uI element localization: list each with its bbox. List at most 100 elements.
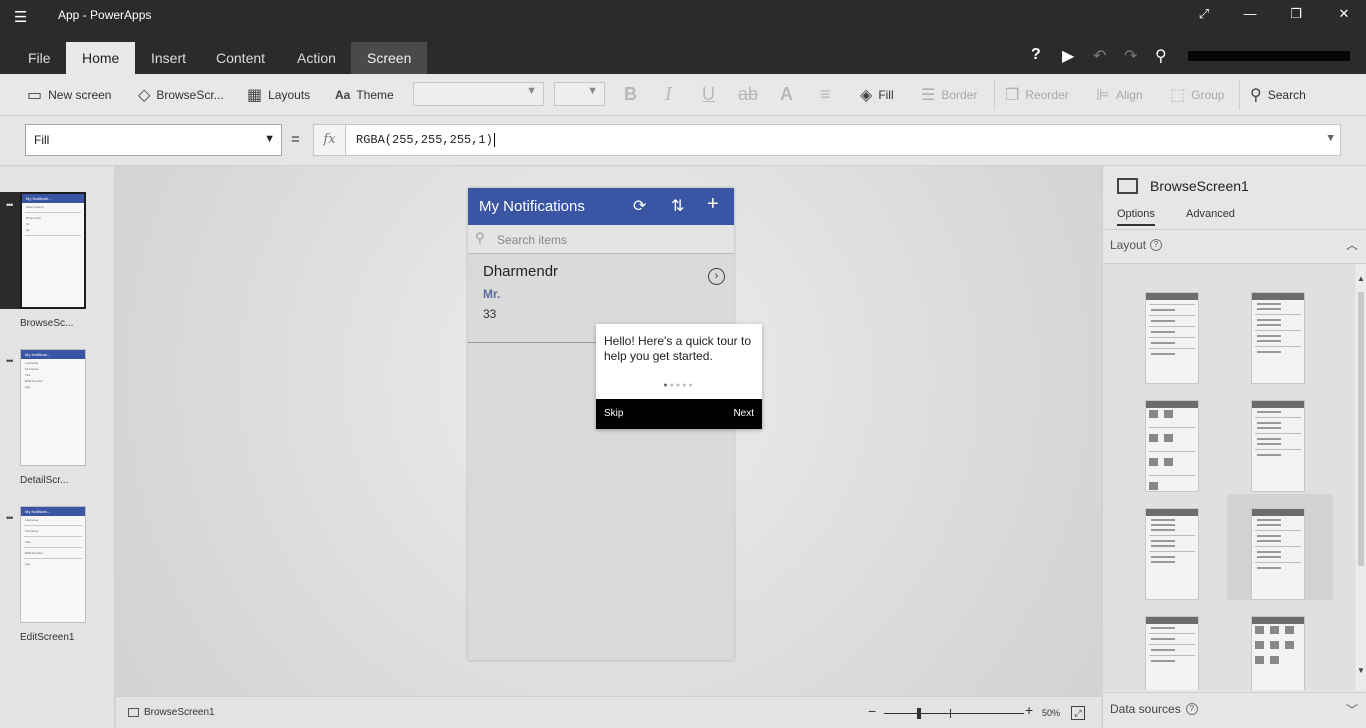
layout-scrollbar[interactable]: ▲ ▼ <box>1356 264 1366 690</box>
tab-options[interactable]: Options <box>1117 208 1155 226</box>
screen-thumbnail-browse[interactable]: My Notificati... Search items Dharmendr … <box>20 192 86 309</box>
help-icon[interactable]: ? <box>1150 239 1163 251</box>
close-button[interactable]: ✕ <box>1334 6 1354 26</box>
zoom-out-button[interactable]: − <box>868 703 876 719</box>
underline-icon[interactable]: U <box>702 84 715 105</box>
italic-icon[interactable]: I <box>665 84 672 105</box>
reorder-label: Reorder <box>1025 88 1069 102</box>
panel-divider <box>1103 229 1366 230</box>
tab-advanced[interactable]: Advanced <box>1186 208 1235 220</box>
redo-icon[interactable]: ↷ <box>1124 46 1137 66</box>
browse-screen-label: BrowseScr... <box>156 88 224 102</box>
tab-screen[interactable]: Screen <box>351 42 428 74</box>
strikethrough-icon[interactable]: ab <box>738 84 758 105</box>
user-icon[interactable]: ⚲ <box>1155 46 1167 66</box>
thumb-line: Age <box>25 385 31 389</box>
add-icon[interactable]: + <box>707 193 719 216</box>
bold-icon[interactable]: B <box>624 84 637 105</box>
thumb-header: My Notificati... <box>21 507 85 516</box>
layout-option[interactable] <box>1231 278 1337 384</box>
search-icon: ⚲ <box>1250 87 1262 104</box>
current-screen-name: BrowseScreen1 <box>144 707 215 718</box>
layout-preview <box>1251 508 1305 600</box>
play-icon[interactable]: ▶ <box>1062 46 1074 66</box>
thumb-line: Lastname <box>25 361 39 365</box>
formula-input[interactable]: RGBA(255,255,255,1)​ ▼ <box>345 124 1341 156</box>
status-bar: BrowseScreen1 − + 50% ⤢ <box>116 696 1101 728</box>
tab-home[interactable]: Home <box>66 42 136 74</box>
layout-option[interactable] <box>1231 602 1337 690</box>
font-size-dropdown[interactable]: ▼ <box>554 82 605 106</box>
toolbar-divider <box>1239 80 1240 110</box>
scroll-down-icon[interactable]: ▼ <box>1357 666 1365 675</box>
group-label: Group <box>1191 88 1225 102</box>
border-button[interactable]: ☰ Border <box>921 74 977 116</box>
layout-option-selected[interactable] <box>1227 494 1333 600</box>
zoom-in-button[interactable]: + <box>1025 702 1033 718</box>
browse-screen-button[interactable]: ◇ BrowseScr... <box>138 74 224 116</box>
search-button[interactable]: ⚲ Search <box>1250 74 1306 116</box>
reorder-button[interactable]: ❐ Reorder <box>1005 74 1069 116</box>
minimize-button[interactable]: — <box>1240 6 1260 26</box>
scroll-up-icon[interactable]: ▲ <box>1357 274 1365 283</box>
design-canvas[interactable]: My Notifications ⟳ ⇅ + ⚲ Search items Dh… <box>116 166 1101 696</box>
hamburger-icon[interactable]: ☰ <box>14 8 27 26</box>
screen-thumbnail-detail[interactable]: My Notificati... Lastname Firstname Titl… <box>20 349 86 466</box>
layouts-button[interactable]: ▦ Layouts <box>247 74 310 116</box>
fullscreen-icon[interactable]: ⤢ <box>1194 6 1214 26</box>
current-screen-indicator[interactable]: BrowseScreen1 <box>128 707 215 718</box>
help-icon[interactable]: ? <box>1031 46 1041 64</box>
formula-bar: Fill ▼ = fx RGBA(255,255,255,1)​ ▼ <box>0 116 1366 166</box>
layout-option[interactable] <box>1125 386 1231 492</box>
data-sources-section-header[interactable]: Data sources? <box>1110 702 1198 716</box>
zoom-slider-thumb[interactable] <box>917 708 921 719</box>
app-header: My Notifications ⟳ ⇅ + <box>468 188 734 225</box>
screen-thumbnail-edit[interactable]: My Notificati... Lastname Firstname Titl… <box>20 506 86 623</box>
align-button[interactable]: ⊫ Align <box>1096 74 1143 116</box>
group-button[interactable]: ⬚ Group <box>1170 74 1224 116</box>
scrollbar-thumb[interactable] <box>1358 292 1364 566</box>
layout-option[interactable] <box>1231 386 1337 492</box>
chevron-down-icon: ▼ <box>264 133 275 145</box>
chevron-up-icon[interactable]: ︿ <box>1346 236 1358 253</box>
tab-file[interactable]: File <box>12 42 67 74</box>
quick-tour-popup: Hello! Here's a quick tour to help you g… <box>596 324 762 429</box>
app-search-box[interactable]: ⚲ Search items <box>468 225 734 254</box>
layout-preview <box>1145 508 1199 600</box>
layout-section-header[interactable]: Layout? <box>1110 238 1163 252</box>
chevron-down-icon[interactable]: ﹀ <box>1346 701 1358 718</box>
layout-option[interactable] <box>1125 278 1231 384</box>
fit-to-window-icon[interactable]: ⤢ <box>1071 706 1085 720</box>
new-screen-label: New screen <box>48 88 112 102</box>
thumb-line: Search items <box>26 205 44 209</box>
tab-insert[interactable]: Insert <box>135 42 202 74</box>
maximize-button[interactable]: ❐ <box>1286 6 1306 26</box>
fill-button[interactable]: ◈ Fill <box>860 74 894 116</box>
tab-content[interactable]: Content <box>200 42 281 74</box>
layout-option[interactable] <box>1125 494 1231 600</box>
more-options-icon[interactable]: ••• <box>6 200 14 210</box>
layout-option[interactable] <box>1125 602 1231 690</box>
tour-next-button[interactable]: Next <box>733 408 754 419</box>
sort-icon[interactable]: ⇅ <box>671 196 684 216</box>
tab-action[interactable]: Action <box>281 42 352 74</box>
font-family-dropdown[interactable]: ▼ <box>413 82 544 106</box>
font-color-icon[interactable]: A <box>780 84 793 105</box>
more-options-icon[interactable]: ••• <box>6 513 14 523</box>
thumb-header: My Notificati... <box>22 194 84 203</box>
new-screen-button[interactable]: ▭ New screen <box>27 74 111 116</box>
thumb-line: Title <box>25 540 31 544</box>
tour-skip-button[interactable]: Skip <box>604 408 623 419</box>
theme-button[interactable]: Aa Theme <box>335 74 394 116</box>
chevron-right-icon[interactable]: › <box>708 268 725 285</box>
undo-icon[interactable]: ↶ <box>1093 46 1106 66</box>
more-options-icon[interactable]: ••• <box>6 356 14 366</box>
text-align-icon[interactable]: ≡ <box>820 84 831 105</box>
refresh-icon[interactable]: ⟳ <box>633 196 646 216</box>
zoom-slider[interactable] <box>884 713 1024 714</box>
layouts-label: Layouts <box>268 88 311 102</box>
help-icon[interactable]: ? <box>1185 703 1198 715</box>
fx-icon[interactable]: fx <box>313 124 346 156</box>
layout-label: Layout <box>1110 238 1147 252</box>
property-dropdown[interactable]: Fill ▼ <box>25 124 282 156</box>
